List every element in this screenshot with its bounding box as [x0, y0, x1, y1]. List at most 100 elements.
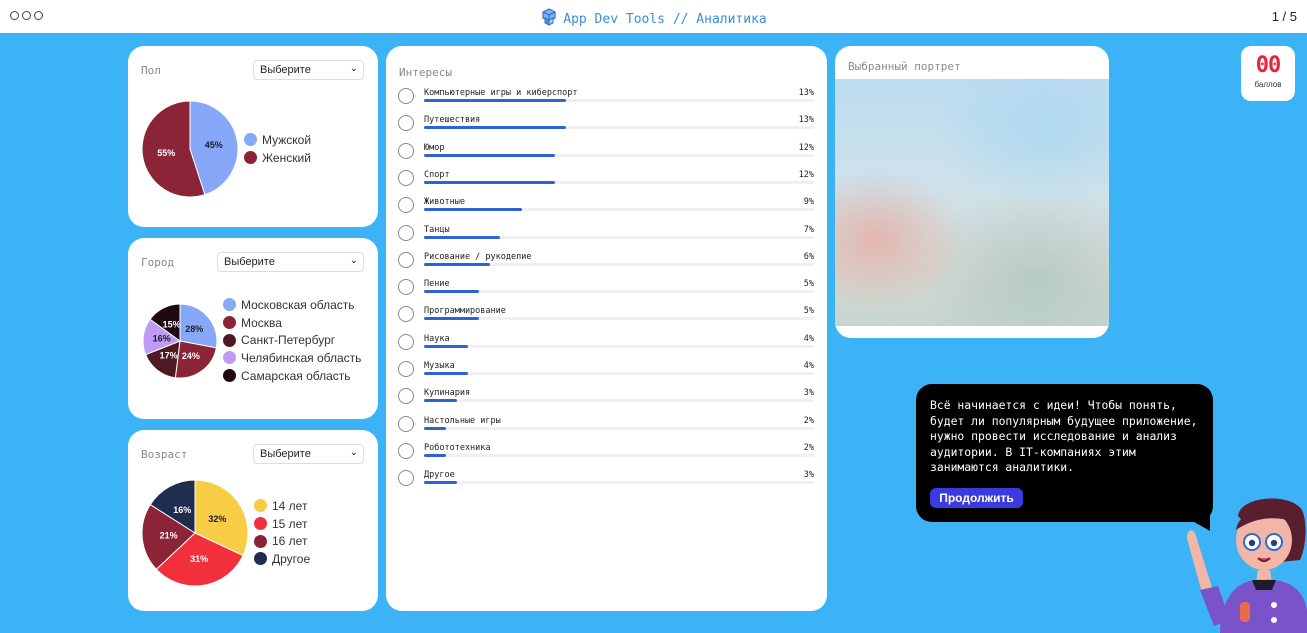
interest-name: Спорт — [424, 169, 450, 180]
page-indicator: 1 / 5 — [1271, 9, 1297, 24]
interest-bar-fill — [424, 235, 501, 239]
radio-button[interactable] — [398, 169, 414, 186]
radio-button[interactable] — [398, 333, 414, 350]
age-legend-item: Другое — [254, 550, 310, 568]
interest-bar-fill — [424, 453, 446, 457]
gender-slice-label: 45% — [205, 140, 223, 150]
interest-item[interactable]: Спорт 12% — [398, 168, 814, 195]
legend-color-dot — [223, 369, 236, 383]
radio-button[interactable] — [398, 279, 414, 296]
interest-bar-track — [424, 180, 814, 184]
interest-item[interactable]: Путешествия 13% — [398, 113, 814, 140]
interest-name: Кулинария — [424, 388, 471, 399]
legend-color-dot — [254, 499, 267, 513]
interest-bar-track — [424, 344, 814, 348]
interest-item[interactable]: Настольные игры 2% — [398, 414, 814, 441]
portrait-label: Выбранный портрет — [848, 60, 961, 73]
interest-item[interactable]: Робототехника 2% — [398, 441, 814, 468]
city-select[interactable]: Выберите ⌄ — [217, 252, 364, 272]
radio-button[interactable] — [398, 142, 414, 159]
continue-button[interactable]: Продолжить — [930, 488, 1023, 508]
interest-item[interactable]: Пение 5% — [398, 277, 814, 304]
guide-message: Всё начинается с идеи! Чтобы понять, буд… — [930, 398, 1198, 475]
radio-button[interactable] — [398, 115, 414, 132]
legend-label: 14 лет — [272, 498, 308, 513]
legend-label: Московская область — [241, 297, 355, 312]
interest-bar-track — [424, 235, 814, 239]
legend-label: Челябинская область — [241, 350, 362, 365]
interest-percent: 5% — [803, 306, 814, 317]
city-legend-item: Санкт-Петербург — [223, 331, 361, 349]
interest-item[interactable]: Программирование 5% — [398, 304, 814, 331]
interest-item[interactable]: Музыка 4% — [398, 359, 814, 386]
legend-label: Другое — [272, 551, 311, 566]
age-slice-label: 32% — [208, 514, 226, 524]
age-slice-label: 31% — [190, 554, 208, 564]
interest-name: Программирование — [424, 306, 506, 317]
interest-bar-fill — [424, 262, 490, 266]
age-label: Возраст — [141, 448, 188, 461]
interest-bar-fill — [424, 153, 556, 157]
score-unit: баллов — [1254, 80, 1282, 89]
legend-color-dot — [223, 351, 236, 365]
chevron-down-icon: ⌄ — [349, 447, 358, 458]
city-slice-label: 15% — [163, 320, 181, 330]
interest-bar-track — [424, 126, 814, 130]
interest-bar-fill — [424, 180, 556, 184]
interest-bar-fill — [424, 399, 457, 403]
interest-item[interactable]: Танцы 7% — [398, 223, 814, 250]
legend-color-dot — [254, 534, 267, 548]
portrait-image — [835, 79, 1109, 326]
radio-button[interactable] — [398, 306, 414, 323]
interest-item[interactable]: Наука 4% — [398, 332, 814, 359]
interest-bar-track — [424, 317, 814, 321]
app-title-text: App Dev Tools // Аналитика — [563, 12, 767, 27]
interest-bar-track — [424, 481, 814, 485]
score-value: 00 — [1255, 53, 1282, 78]
interest-percent: 2% — [803, 442, 814, 453]
interest-bar-track — [424, 372, 814, 375]
interest-name: Рисование / рукоделие — [424, 251, 532, 262]
interests-label: Интересы — [399, 66, 452, 79]
gender-legend-item: Мужской — [244, 131, 311, 149]
age-legend-item: 14 лет — [254, 497, 310, 515]
city-legend-item: Челябинская область — [223, 349, 361, 367]
city-pie-chart: 28% 24% 17% 16% 15% — [143, 304, 217, 378]
interest-item[interactable]: Кулинария 3% — [398, 386, 814, 413]
gender-select[interactable]: Выберите ⌄ — [253, 60, 364, 80]
interest-name: Музыка — [424, 361, 455, 371]
interest-percent: 12% — [798, 169, 814, 180]
legend-label: Самарская область — [241, 368, 351, 383]
age-legend-item: 16 лет — [254, 532, 310, 550]
radio-button[interactable] — [398, 88, 414, 104]
interest-percent: 12% — [798, 142, 814, 153]
legend-color-dot — [223, 298, 236, 312]
radio-button[interactable] — [398, 415, 414, 432]
app-title: App Dev Tools // Аналитика — [0, 8, 1307, 27]
interest-name: Пение — [424, 279, 450, 290]
age-select[interactable]: Выберите ⌄ — [253, 444, 364, 464]
radio-button[interactable] — [398, 197, 414, 214]
radio-button[interactable] — [398, 470, 414, 487]
radio-button[interactable] — [398, 251, 414, 268]
radio-button[interactable] — [398, 361, 414, 377]
age-select-value: Выберите — [260, 448, 311, 460]
interest-name: Путешествия — [424, 115, 481, 126]
interest-bar-track — [424, 290, 814, 294]
legend-label: Санкт-Петербург — [241, 333, 336, 348]
interest-bar-fill — [424, 372, 468, 375]
interest-item[interactable]: Рисование / рукоделие 6% — [398, 250, 814, 277]
radio-button[interactable] — [398, 442, 414, 459]
radio-button[interactable] — [398, 224, 414, 241]
interest-item[interactable]: Животные 9% — [398, 195, 814, 222]
city-label: Город — [141, 256, 175, 269]
radio-button[interactable] — [398, 388, 414, 405]
interest-item[interactable]: Компьютерные игры и киберспорт 13% — [398, 86, 814, 113]
interest-percent: 4% — [803, 361, 814, 371]
interest-percent: 13% — [798, 115, 814, 126]
interest-bar-track — [424, 426, 814, 430]
interest-item[interactable]: Юмор 12% — [398, 141, 814, 168]
age-slice-label: 16% — [173, 505, 191, 515]
interest-item[interactable]: Другое 3% — [398, 468, 814, 495]
legend-color-dot — [244, 151, 257, 165]
